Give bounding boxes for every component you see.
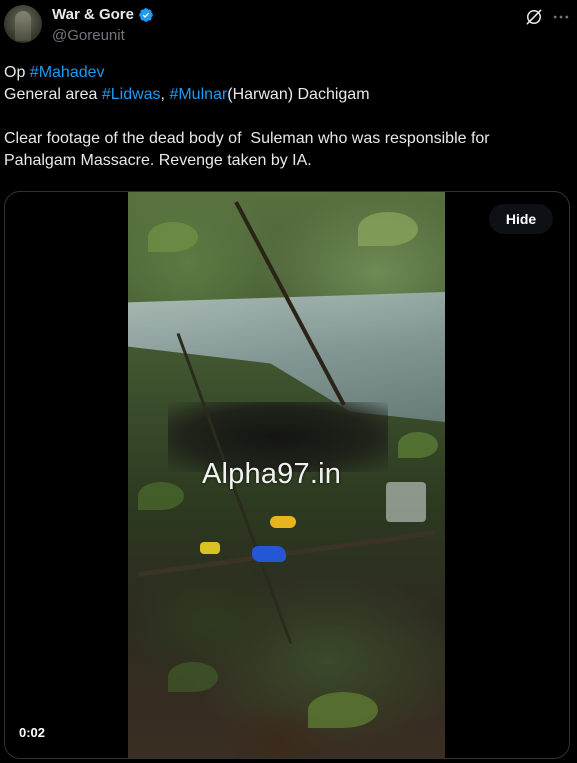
video-scene-yellow-item [200,542,220,554]
video-scene-leaf [168,662,218,692]
video-scene-leaf [308,692,378,728]
avatar[interactable] [4,5,42,43]
tweet-text-line-3: Clear footage of the dead body of Sulema… [4,130,490,147]
video-scene-branch [137,530,436,577]
tweet-text-line-2: General area #Lidwas, #Mulnar(Harwan) Da… [4,84,569,106]
tweet-text: Op #Mahadev General area #Lidwas, #Mulna… [4,62,569,172]
video-scene-leaf [138,482,184,510]
video-player[interactable]: Alpha97.in Hide 0:02 [4,191,570,759]
text-segment: Op [4,64,30,81]
hashtag-lidwas[interactable]: #Lidwas [102,86,161,103]
verified-badge-icon [139,7,153,22]
text-segment: General area [4,86,102,103]
video-scene-leaf [398,432,438,458]
grok-icon[interactable] [524,7,544,27]
video-watermark: Alpha97.in [202,458,342,490]
avatar-figure [15,11,31,41]
hashtag-mahadev[interactable]: #Mahadev [30,64,105,81]
hide-button[interactable]: Hide [489,204,553,234]
video-scene-blue-bag [252,546,286,562]
tweet-text-line-4: Pahalgam Massacre. Revenge taken by IA. [4,152,312,169]
video-frame[interactable]: Alpha97.in [128,192,445,758]
more-icon[interactable] [551,7,571,27]
video-scene-debris [386,482,426,522]
tweet-header: War & Gore @Goreunit [0,0,577,56]
video-scene-leaf [148,222,198,252]
hashtag-mulnar[interactable]: #Mulnar [169,86,227,103]
author-display-name[interactable]: War & Gore [52,6,134,23]
video-timestamp: 0:02 [19,725,46,740]
video-scene-leaf [358,212,418,246]
author-name-row: War & Gore [52,6,154,23]
video-scene-yellow-item [270,516,296,528]
tweet-text-line-1: Op #Mahadev [4,62,569,84]
text-segment: (Harwan) Dachigam [227,86,370,103]
author-handle[interactable]: @Goreunit [52,27,125,44]
